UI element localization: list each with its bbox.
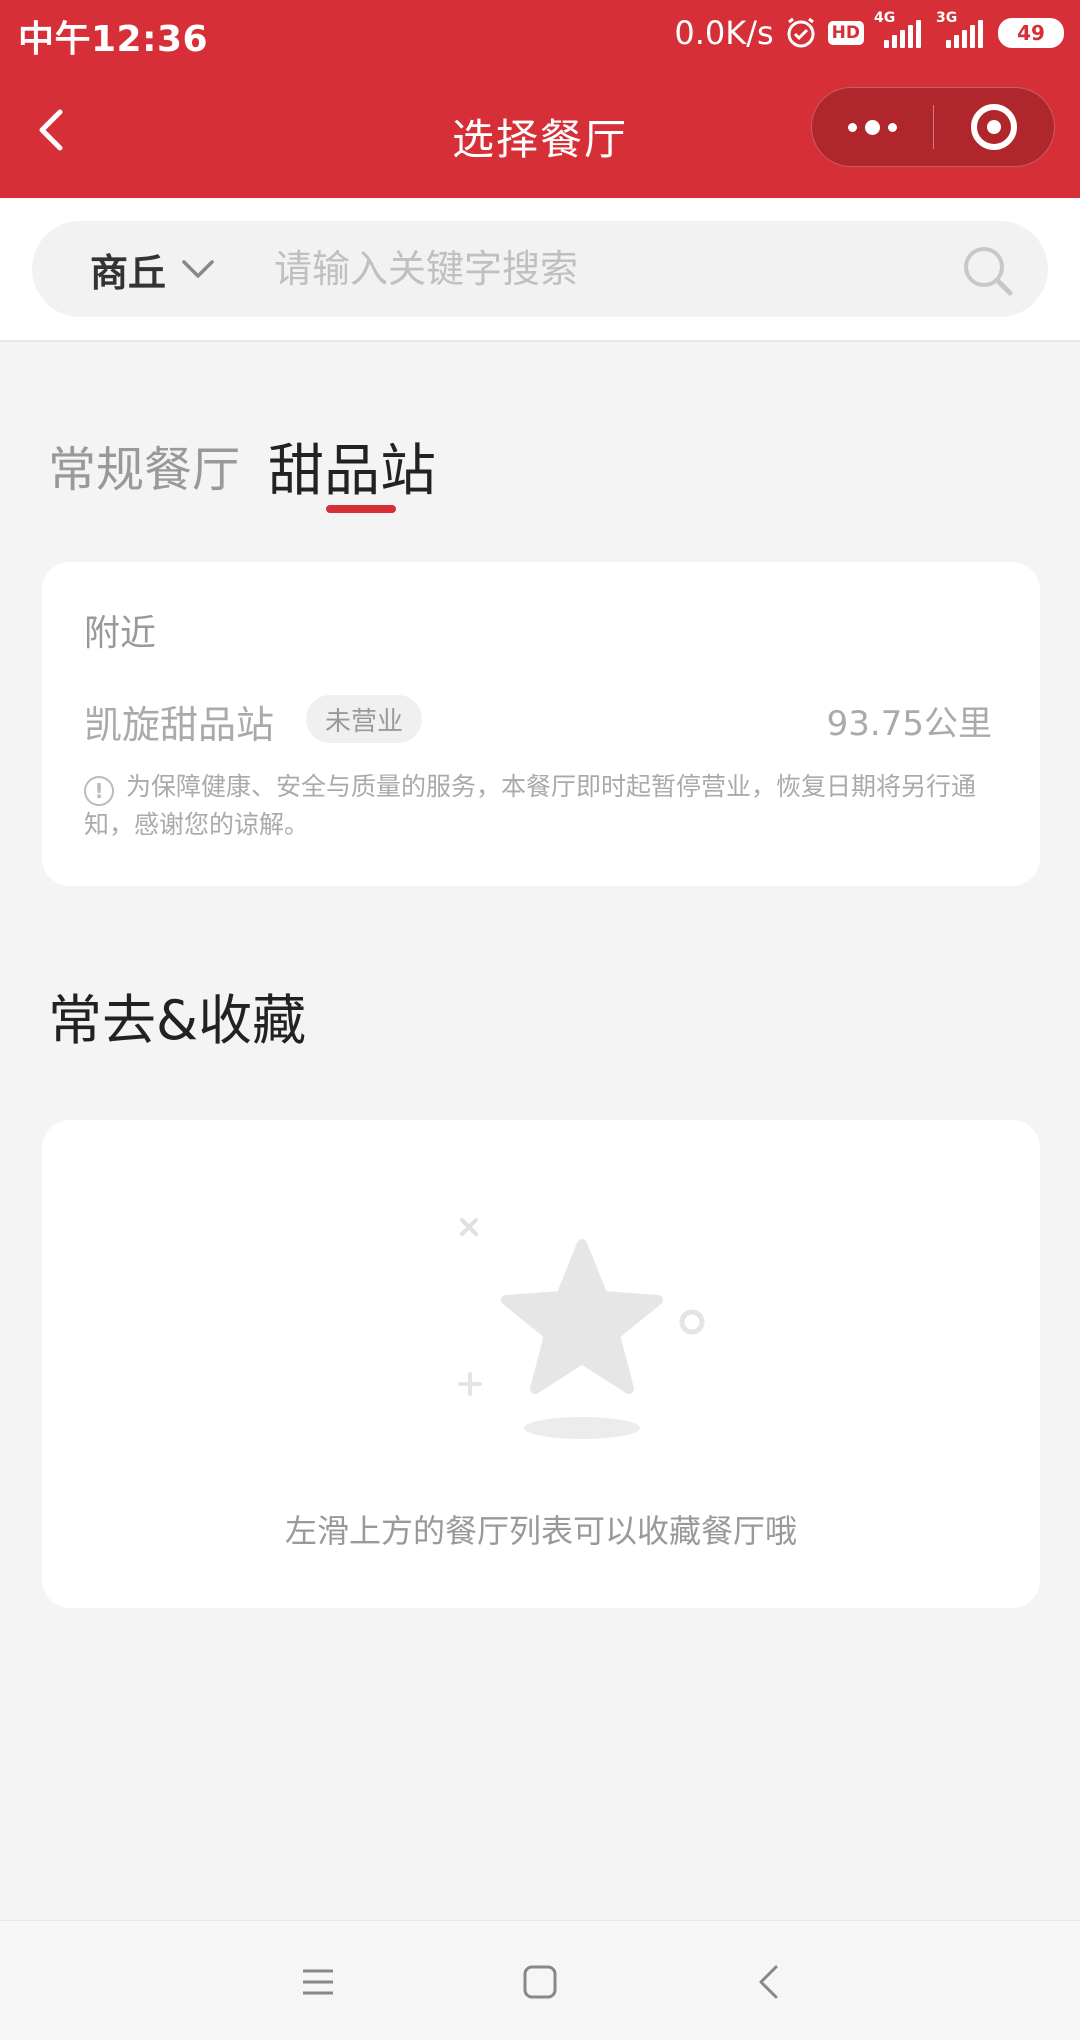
signal-3g-icon: 3G — [936, 10, 988, 48]
star-icon — [458, 1218, 705, 1439]
chevron-down-icon — [182, 260, 214, 278]
home-button[interactable] — [510, 1957, 570, 2007]
system-back-button[interactable] — [738, 1957, 798, 2007]
closure-notice: 为保障健康、安全与质量的服务，本餐厅即时起暂停营业，恢复日期将另行通知，感谢您的… — [84, 772, 977, 839]
home-square-icon — [523, 1965, 557, 1999]
net-speed: 0.0K/s — [674, 14, 774, 52]
back-chevron-icon — [759, 1965, 778, 1999]
status-badge: 未营业 — [306, 695, 422, 743]
signal-4g-label: 4G — [874, 10, 896, 26]
hd-badge: HD — [827, 21, 864, 45]
search-box: 商丘 — [32, 221, 1048, 317]
favorites-card: 左滑上方的餐厅列表可以收藏餐厅哦 — [42, 1120, 1040, 1608]
menu-icon — [303, 1969, 333, 1995]
close-miniapp-button[interactable] — [933, 87, 1054, 167]
restaurant-distance: 93.75公里 — [826, 704, 992, 744]
system-nav-bar — [0, 1920, 1080, 2040]
search-input[interactable] — [272, 239, 952, 299]
tab-dessert-station[interactable]: 甜品站 — [268, 426, 436, 507]
restaurant-name: 凯旋甜品站 — [84, 703, 275, 747]
active-tab-indicator — [326, 505, 396, 513]
city-label: 商丘 — [90, 250, 167, 295]
nav-bar: 选择餐厅 — [0, 66, 1080, 198]
search-icon[interactable] — [960, 243, 1016, 299]
alarm-icon — [787, 17, 815, 48]
tab-regular-restaurants[interactable]: 常规餐厅 — [48, 430, 240, 500]
nearby-title: 附近 — [84, 613, 157, 654]
target-close-icon — [970, 104, 1017, 150]
favorites-title: 常去&收藏 — [48, 989, 307, 1052]
battery-level: 49 — [1017, 21, 1045, 45]
miniapp-capsule — [811, 87, 1055, 167]
signal-3g-label: 3G — [936, 10, 958, 26]
search-bar: 商丘 — [0, 198, 1080, 342]
status-bar: 中午12:36 0.0K/s HD 4G 3G 49 — [0, 0, 1080, 66]
signal-4g-icon: 4G — [874, 10, 926, 48]
battery-icon: 49 — [998, 18, 1064, 48]
more-button[interactable] — [812, 87, 933, 167]
empty-state-text: 左滑上方的餐厅列表可以收藏餐厅哦 — [284, 1512, 797, 1550]
status-time: 中午12:36 — [18, 19, 209, 60]
more-dots-icon — [847, 122, 857, 132]
status-icons: 0.0K/s HD 4G 3G 49 — [674, 10, 1064, 54]
recent-apps-button[interactable] — [288, 1957, 348, 2007]
city-selector[interactable]: 商丘 — [90, 221, 216, 317]
nearby-card: 附近 凯旋甜品站 未营业 93.75公里 ! 为保障健康、安全与质量的服务，本餐… — [42, 562, 1040, 886]
